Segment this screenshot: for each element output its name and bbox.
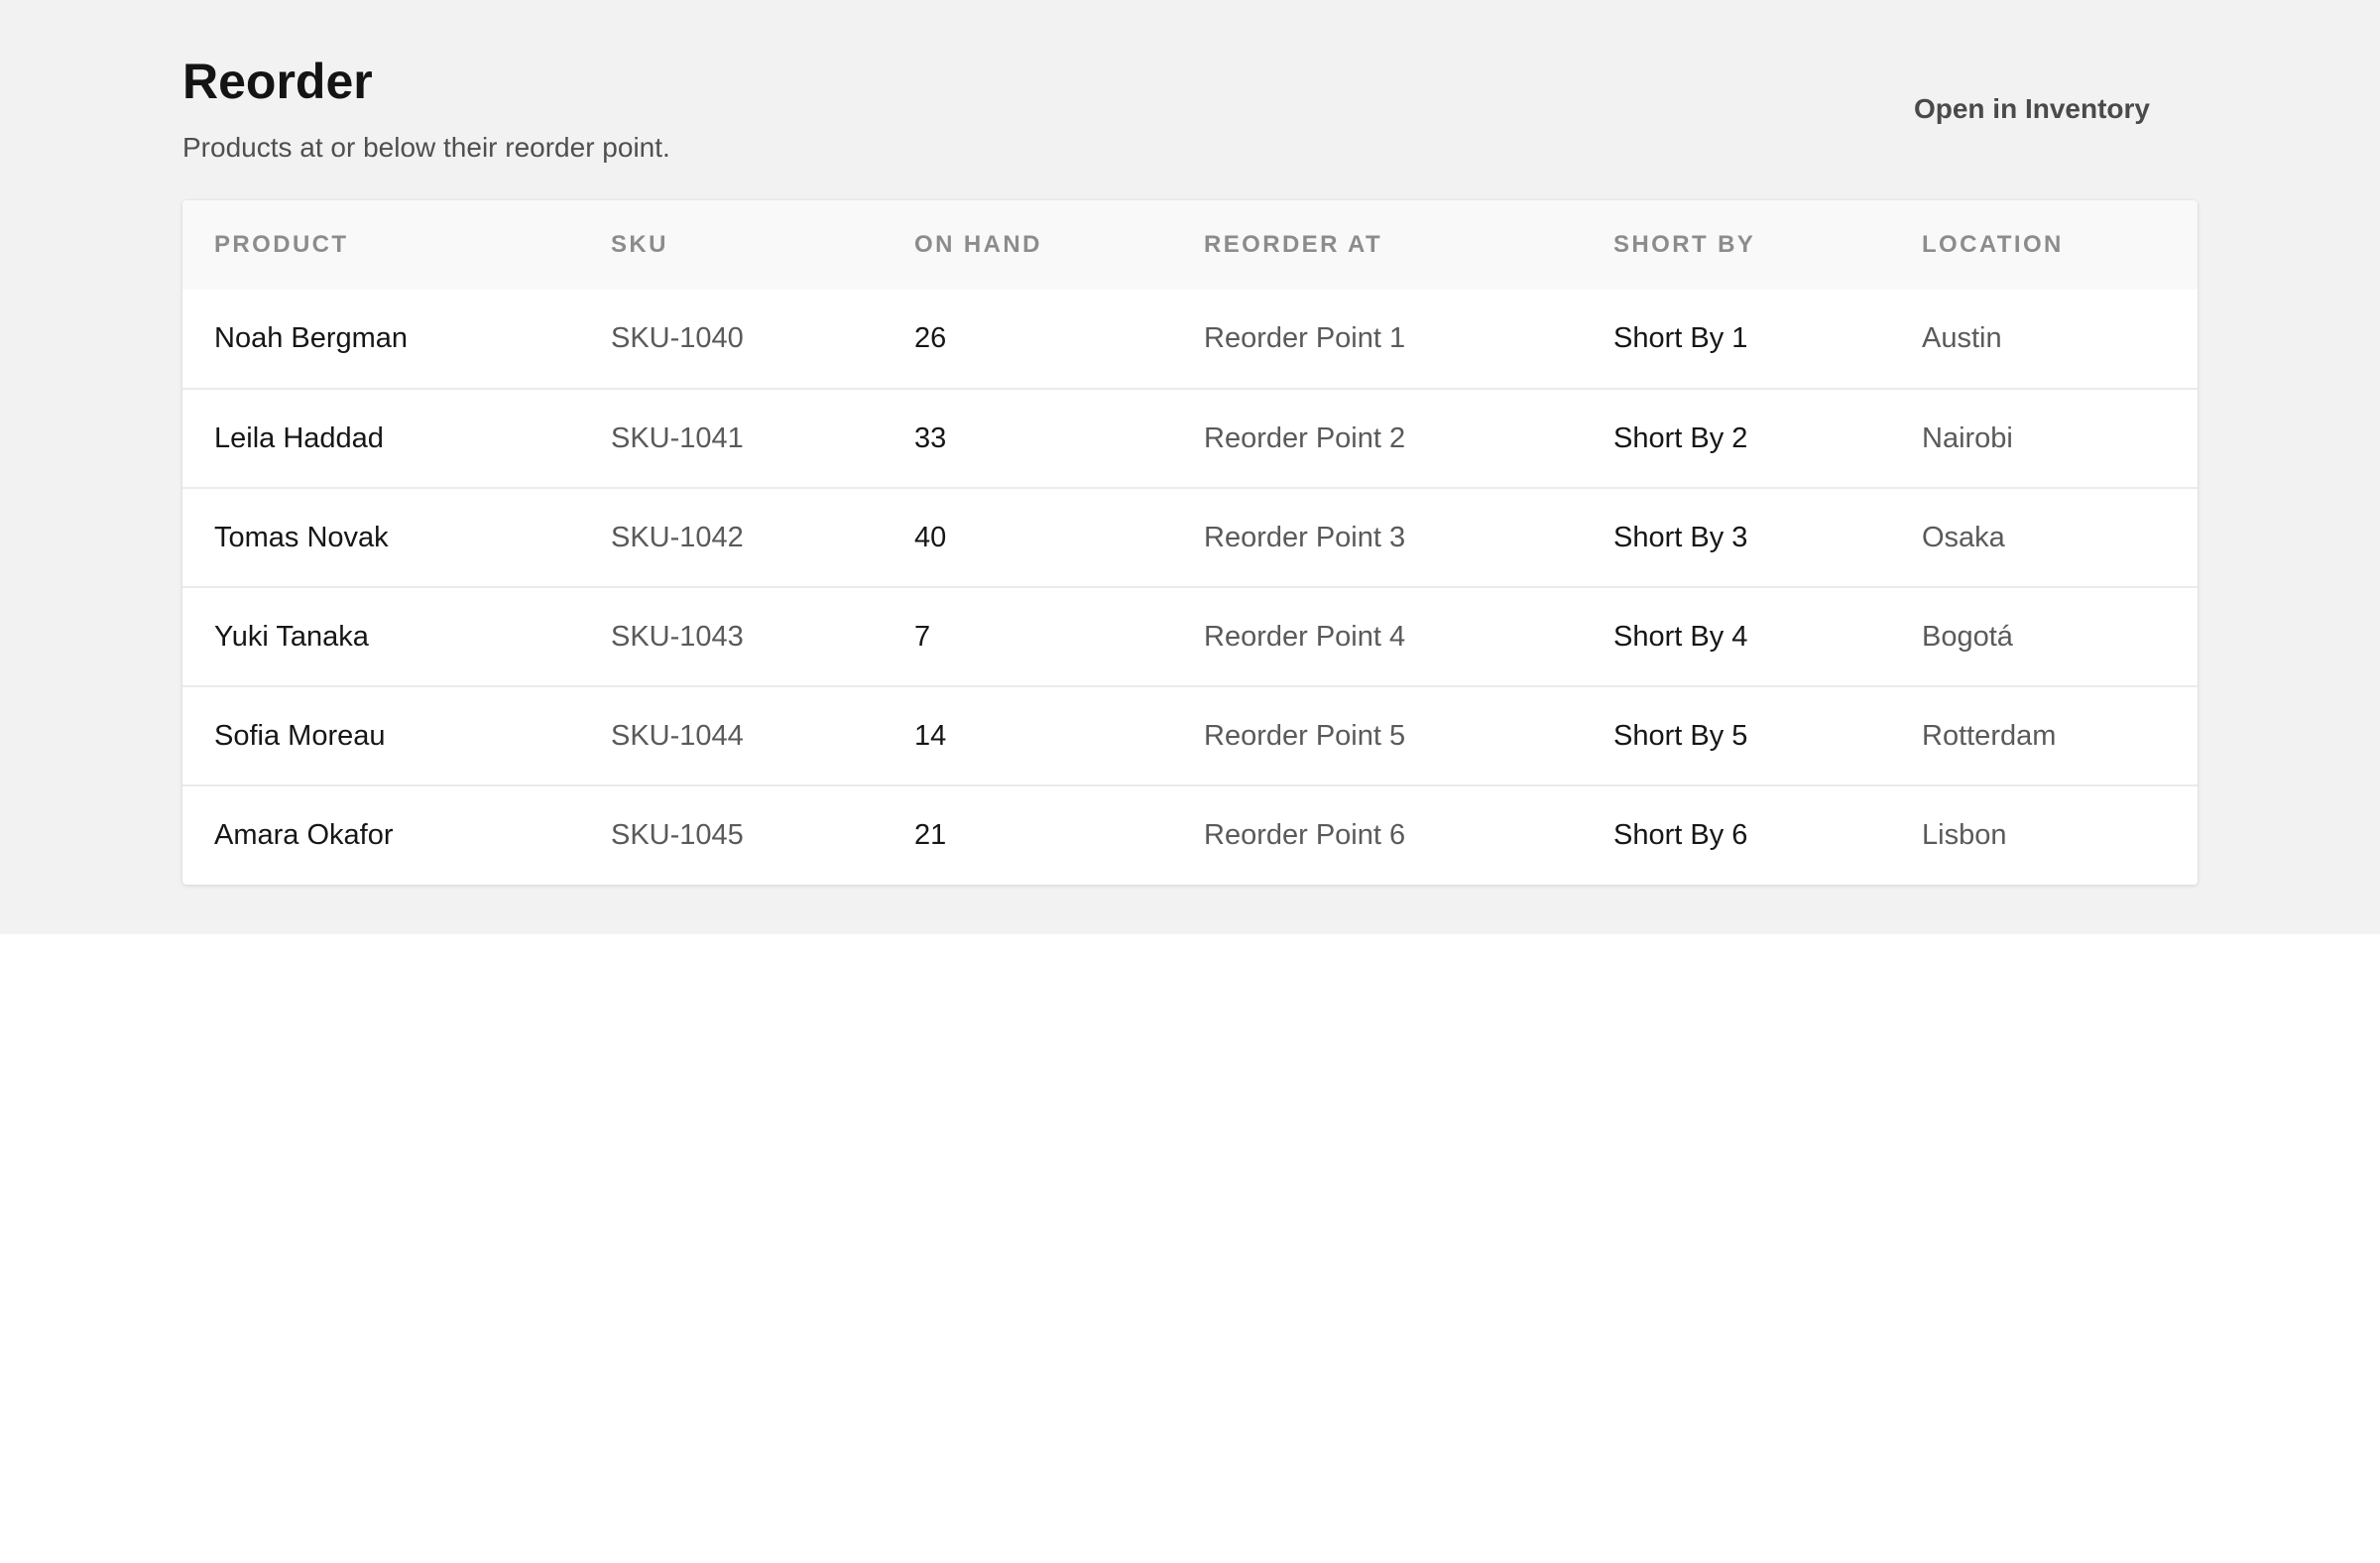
cell-sku: SKU-1041 — [611, 421, 744, 454]
cell-sku: SKU-1044 — [611, 719, 744, 752]
cell-sku: SKU-1043 — [611, 620, 744, 653]
cell-sku: SKU-1042 — [611, 521, 744, 553]
cell-on-hand: 14 — [914, 719, 947, 752]
table-row[interactable]: Leila Haddad SKU-1041 33 Reorder Point 2… — [182, 389, 2198, 488]
column-header-product[interactable]: PRODUCT — [182, 200, 579, 290]
table-row[interactable]: Tomas Novak SKU-1042 40 Reorder Point 3 … — [182, 488, 2198, 587]
column-header-on-hand[interactable]: ON HAND — [883, 200, 1172, 290]
open-in-inventory-link[interactable]: Open in Inventory — [1914, 91, 2150, 127]
cell-on-hand: 7 — [914, 620, 931, 653]
cell-location: Nairobi — [1922, 421, 2013, 454]
cell-location: Austin — [1922, 322, 2002, 354]
cell-location: Lisbon — [1922, 819, 2007, 851]
cell-reorder-at: Reorder Point 1 — [1204, 322, 1406, 354]
cell-on-hand: 26 — [914, 322, 947, 354]
cell-product: Yuki Tanaka — [214, 620, 369, 653]
table-row[interactable]: Sofia Moreau SKU-1044 14 Reorder Point 5… — [182, 686, 2198, 785]
table-row[interactable]: Amara Okafor SKU-1045 21 Reorder Point 6… — [182, 785, 2198, 885]
cell-location: Rotterdam — [1922, 719, 2057, 752]
cell-reorder-at: Reorder Point 3 — [1204, 521, 1406, 553]
cell-product: Amara Okafor — [214, 819, 394, 851]
cell-short-by: Short By 4 — [1613, 620, 1748, 653]
column-header-location[interactable]: LOCATION — [1890, 200, 2198, 290]
cell-sku: SKU-1040 — [611, 322, 744, 354]
cell-location: Osaka — [1922, 521, 2005, 553]
cell-product: Tomas Novak — [214, 521, 389, 553]
cell-short-by: Short By 2 — [1613, 421, 1748, 454]
table-header-row: PRODUCT SKU ON HAND REORDER AT SHORT BY … — [182, 200, 2198, 290]
reorder-table: PRODUCT SKU ON HAND REORDER AT SHORT BY … — [182, 200, 2198, 885]
cell-product: Sofia Moreau — [214, 719, 386, 752]
cell-short-by: Short By 3 — [1613, 521, 1748, 553]
column-header-short-by[interactable]: SHORT BY — [1582, 200, 1890, 290]
cell-product: Leila Haddad — [214, 421, 384, 454]
column-header-sku[interactable]: SKU — [579, 200, 883, 290]
cell-on-hand: 21 — [914, 819, 947, 851]
cell-product: Noah Bergman — [214, 322, 409, 354]
cell-short-by: Short By 5 — [1613, 719, 1748, 752]
table-row[interactable]: Yuki Tanaka SKU-1043 7 Reorder Point 4 S… — [182, 587, 2198, 686]
cell-location: Bogotá — [1922, 620, 2013, 653]
cell-short-by: Short By 6 — [1613, 819, 1748, 851]
page-title: Reorder — [182, 54, 373, 109]
cell-sku: SKU-1045 — [611, 819, 744, 851]
reorder-table-card: PRODUCT SKU ON HAND REORDER AT SHORT BY … — [182, 200, 2198, 885]
cell-reorder-at: Reorder Point 2 — [1204, 421, 1406, 454]
cell-on-hand: 33 — [914, 421, 947, 454]
table-row[interactable]: Noah Bergman SKU-1040 26 Reorder Point 1… — [182, 290, 2198, 389]
cell-short-by: Short By 1 — [1613, 322, 1748, 354]
page-subtitle: Products at or below their reorder point… — [182, 132, 670, 163]
cell-reorder-at: Reorder Point 6 — [1204, 819, 1406, 851]
column-header-reorder-at[interactable]: REORDER AT — [1172, 200, 1582, 290]
cell-reorder-at: Reorder Point 4 — [1204, 620, 1406, 653]
cell-reorder-at: Reorder Point 5 — [1204, 719, 1406, 752]
reorder-panel: Reorder Products at or below their reord… — [0, 0, 2380, 934]
cell-on-hand: 40 — [914, 521, 947, 553]
